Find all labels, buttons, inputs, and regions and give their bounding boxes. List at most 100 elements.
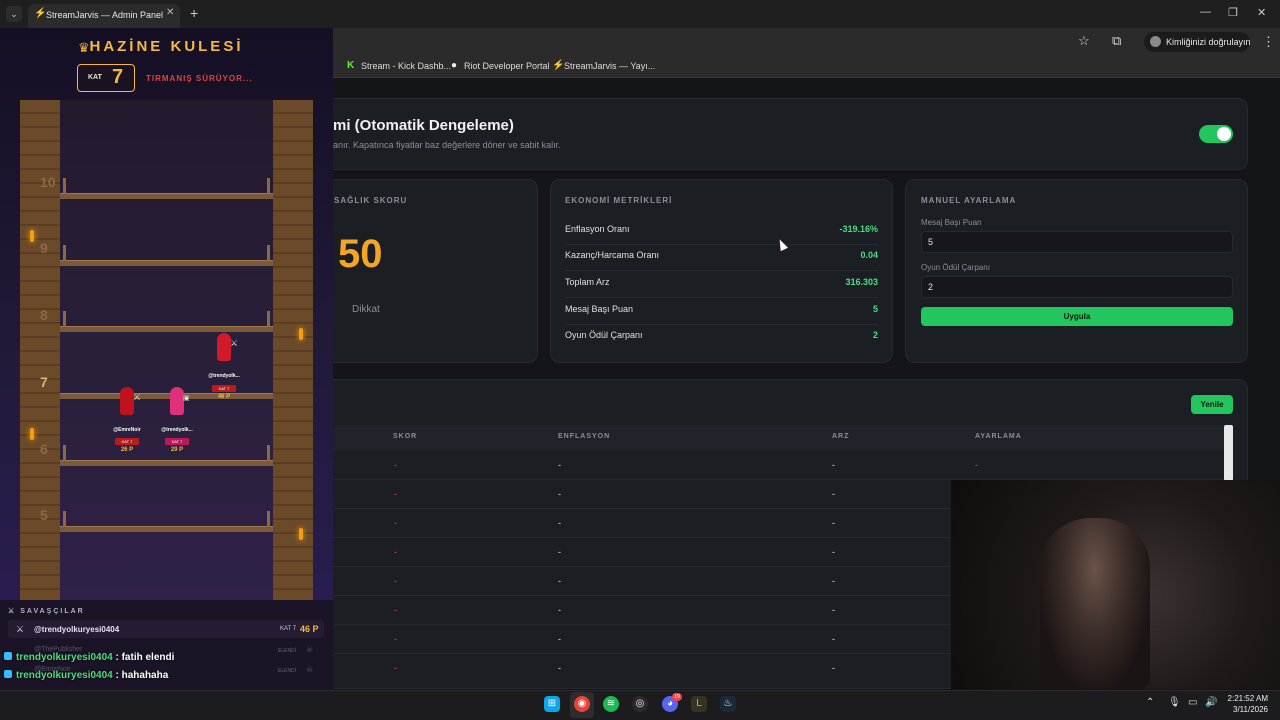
metric-value: 0.04 (860, 250, 878, 260)
obs-icon[interactable]: ◎ (632, 696, 648, 712)
floor-number: 10 (40, 174, 56, 190)
kick-icon: K (347, 60, 355, 71)
points-per-message-input[interactable]: 5 (921, 231, 1233, 253)
shelf-post (63, 511, 66, 527)
table-scrollbar[interactable] (1224, 425, 1233, 481)
webcam-person (1040, 518, 1150, 689)
bookmark-kick[interactable]: Stream - Kick Dashb... (361, 61, 451, 71)
cell-score: - (394, 663, 397, 673)
new-tab-icon[interactable]: + (190, 5, 198, 21)
close-tab-icon[interactable]: ✕ (166, 7, 174, 18)
shelf-post (63, 445, 66, 461)
metric-label: Enflasyon Oranı (565, 224, 630, 234)
fighter-floor: KAT 7 (280, 626, 297, 632)
cell-score: - (394, 489, 397, 499)
player-points: 29 P (170, 447, 184, 453)
microphone-icon[interactable]: 🎙 (1168, 697, 1181, 708)
torch-icon (299, 328, 303, 340)
cell-inflation: - (558, 634, 561, 644)
browser-menu-icon[interactable]: ⋮ (1262, 34, 1275, 50)
tray-chevron-icon[interactable]: ⌃ (1146, 697, 1154, 708)
spotify-icon[interactable]: ≋ (603, 696, 619, 712)
torch-icon (299, 528, 303, 540)
network-icon[interactable]: ▭ (1188, 697, 1197, 708)
metric-label: Oyun Ödül Çarpanı (565, 330, 643, 340)
chat-text: : fatih elendi (112, 652, 175, 663)
restore-icon[interactable]: ❐ (1228, 6, 1238, 19)
fighter-name: @trendyolkuryesi0404 (34, 625, 120, 634)
table-row: ---- (334, 451, 1224, 480)
browser-tab[interactable]: StreamJarvis — Admin Panel (28, 4, 180, 28)
shelf-post (63, 178, 66, 194)
column-adjustment: AYARLAMA (975, 433, 1022, 440)
chat-user: trendyolkuryesi0404 (16, 652, 113, 663)
refresh-button[interactable]: Yenile (1191, 395, 1233, 414)
skull-icon: ☠ (306, 645, 314, 654)
cell-inflation: - (558, 605, 561, 615)
clock-time[interactable]: 2:21:52 AM (1226, 694, 1268, 703)
cell-score: - (394, 576, 397, 586)
column-inflation: ENFLASYON (558, 433, 611, 440)
chrome-icon[interactable]: ◉ (574, 696, 590, 712)
cell-supply: - (832, 518, 835, 528)
steam-icon[interactable]: ♨ (720, 696, 736, 712)
player-name: @trendyolk... (208, 373, 240, 379)
windows-start-icon[interactable]: ⊞ (544, 696, 560, 712)
tower-shelf (60, 193, 273, 199)
window-close-icon[interactable]: ✕ (1257, 6, 1266, 19)
cell-score: - (394, 605, 397, 615)
player-character (170, 387, 184, 415)
verify-label: Kimliğinizi doğrulayın (1166, 37, 1251, 47)
fighter-points: 46 P (300, 624, 319, 634)
cell-adjustment: - (975, 460, 978, 470)
cell-supply: - (832, 489, 835, 499)
metric-label: Kazanç/Harcama Oranı (565, 250, 660, 260)
tower-shelf (60, 326, 273, 332)
game-multiplier-input[interactable]: 2 (921, 276, 1233, 298)
extensions-icon[interactable]: ⧉ (1112, 33, 1121, 49)
torch-icon (30, 230, 34, 242)
profile-icon (1150, 36, 1161, 47)
shelf-post (267, 245, 270, 261)
economy-title: mi (Otomatik Dengeleme) (333, 117, 514, 134)
tower-pillar-right (273, 100, 313, 600)
chat-message: trendyolkuryesi0404 : fatih elendi (4, 652, 174, 663)
cell-score: - (394, 460, 397, 470)
league-icon[interactable]: L (691, 696, 707, 712)
metric-row: Enflasyon Oranı -319.16% (565, 219, 878, 245)
bolt-icon: ⚡ (34, 8, 47, 19)
metric-label: Toplam Arz (565, 277, 610, 287)
cell-inflation: - (558, 547, 561, 557)
riot-icon: ● (451, 60, 458, 71)
cell-inflation: - (558, 576, 561, 586)
manual-label: MANUEL AYARLAMA (921, 196, 1017, 205)
floor-number: 6 (40, 441, 48, 457)
metric-value: 5 (872, 304, 878, 314)
cell-inflation: - (558, 663, 561, 673)
tower-shelf (60, 460, 273, 466)
tab-search-button[interactable]: ⌄ (6, 6, 22, 22)
bookmark-riot[interactable]: Riot Developer Portal (464, 61, 550, 71)
minimize-icon[interactable]: — (1200, 6, 1211, 18)
chat-user: trendyolkuryesi0404 (16, 670, 113, 681)
bookmark-streamjarvis[interactable]: StreamJarvis — Yayı... (564, 61, 655, 71)
bookmark-star-icon[interactable]: ☆ (1078, 33, 1090, 49)
metric-row: Mesaj Başı Puan 5 (565, 299, 878, 325)
clock-date[interactable]: 3/11/2026 (1226, 705, 1268, 714)
health-score: 50 (338, 232, 383, 276)
fighters-title-text: SAVAŞÇILAR (20, 608, 85, 615)
player-character (120, 387, 134, 415)
game-multiplier-label: Oyun Ödül Çarpanı (921, 263, 990, 272)
metric-row: Oyun Ödül Çarpanı 2 (565, 325, 878, 351)
floor-number: 8 (40, 307, 48, 323)
cell-supply: - (832, 605, 835, 615)
cell-inflation: - (558, 460, 561, 470)
metric-row: Toplam Arz 316.303 (565, 272, 878, 298)
eliminated-badge: ELENDİ (278, 648, 297, 654)
apply-button[interactable]: Uygula (921, 307, 1233, 326)
volume-icon[interactable]: 🔊 (1205, 697, 1217, 708)
shield-icon: ▣ (183, 395, 190, 402)
discord-badge: 19 (672, 693, 682, 701)
tower-background (60, 100, 273, 600)
floor-number: 9 (40, 240, 48, 256)
